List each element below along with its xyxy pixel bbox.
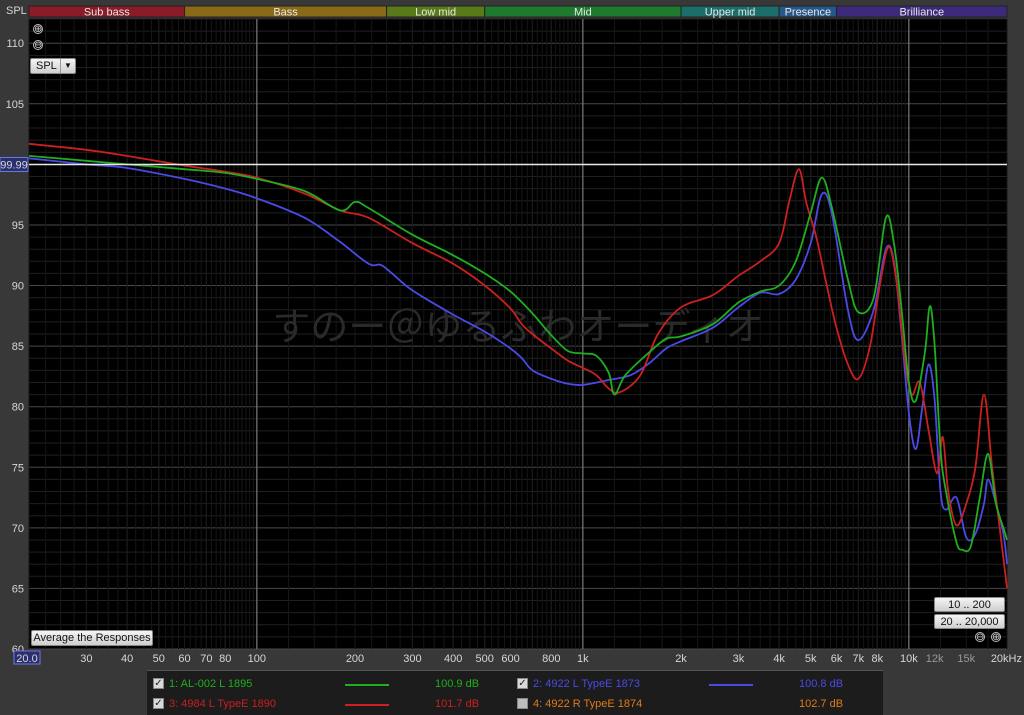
x-tick-label: 40 <box>121 653 133 665</box>
legend-value-1: 100.9 dB <box>435 678 480 690</box>
y-tick-label: 90 <box>12 281 24 293</box>
x-tick-label: 3k <box>733 653 745 665</box>
x-tick-label: 12k <box>926 653 944 665</box>
x-tick-label: 4k <box>773 653 785 665</box>
band-label-3: Mid <box>574 7 592 19</box>
band-label-2: Low mid <box>415 7 456 19</box>
legend-checkbox-3[interactable]: ✓ <box>153 698 164 709</box>
legend-item-4: ✓ 4: 4922 R TypeE 1874 102.7 dB <box>517 695 877 713</box>
y-tick-label: 75 <box>12 462 24 474</box>
legend-item-1: ✓ 1: AL-002 L 1895 100.9 dB <box>153 675 513 693</box>
legend-checkbox-2[interactable]: ✓ <box>517 678 528 689</box>
zoom-out-icon[interactable]: ⊖ <box>33 40 43 51</box>
y-tick-label: 70 <box>12 523 24 535</box>
x-tick-label: 7k <box>853 653 865 665</box>
y-tick-label: 110 <box>6 38 24 50</box>
legend-checkbox-4[interactable]: ✓ <box>517 698 528 709</box>
y-tick-label: 80 <box>12 402 24 414</box>
y-tick-label: 85 <box>12 341 24 353</box>
x-tick-label: 60 <box>178 653 190 665</box>
x-tick-label: 10k <box>900 653 918 665</box>
x-tick-label: 600 <box>501 653 519 665</box>
x-tick-label: 70 <box>200 653 212 665</box>
y-tick-label: 95 <box>12 220 24 232</box>
chevron-down-icon[interactable]: ▼ <box>60 59 75 73</box>
y-tick-label: 105 <box>6 99 24 111</box>
x-tick-label: 300 <box>403 653 421 665</box>
x-tick-label: 5k <box>805 653 817 665</box>
average-responses-button[interactable]: Average the Responses <box>31 630 153 646</box>
x-tick-label: 30 <box>80 653 92 665</box>
legend-name-2: 2: 4922 L TypeE 1873 <box>533 678 641 690</box>
frequency-response-chart[interactable]: Sub bass Bass Low mid Mid Upper mid Presence B… <box>0 0 1024 670</box>
x-tick-label: 20.0 <box>16 653 37 665</box>
x-tick-label: 20kHz <box>991 653 1022 665</box>
x-tick-label: 200 <box>346 653 364 665</box>
frequency-response-window: Sub bass Bass Low mid Mid Upper mid Presence B… <box>0 0 1024 715</box>
band-label-0: Sub bass <box>84 7 130 19</box>
x-tick-label: 800 <box>542 653 560 665</box>
band-label-4: Upper mid <box>705 7 756 19</box>
range-10-200-button[interactable]: 10 .. 200 <box>934 597 1005 612</box>
legend-name-3: 3: 4984 L TypeE 1890 <box>169 698 277 710</box>
x-tick-label: 80 <box>219 653 231 665</box>
y-axis-label: SPL <box>6 5 27 17</box>
x-tick-label: 500 <box>476 653 494 665</box>
x-tick-label: 50 <box>153 653 165 665</box>
cursor-level-label: 99.99 <box>0 160 28 172</box>
spl-select[interactable]: SPL ▼ <box>30 58 76 74</box>
x-tick-label: 15k <box>957 653 975 665</box>
legend-value-3: 101.7 dB <box>435 698 480 710</box>
legend-value-4: 102.7 dB <box>799 698 844 710</box>
legend-swatch-2 <box>709 684 753 686</box>
x-tick-label: 8k <box>871 653 883 665</box>
y-tick-label: 65 <box>12 583 24 595</box>
legend-panel: ✓ 1: AL-002 L 1895 100.9 dB ✓ 2: 4922 L Type… <box>147 670 883 715</box>
legend-swatch-3 <box>345 704 389 706</box>
range-20-20000-button[interactable]: 20 .. 20,000 <box>934 614 1005 629</box>
zoom-in-icon[interactable]: ⊕ <box>33 24 43 35</box>
zoom-in-icon[interactable]: ⊕ <box>991 632 1001 643</box>
legend-item-3: ✓ 3: 4984 L TypeE 1890 101.7 dB <box>153 695 513 713</box>
band-label-1: Bass <box>273 7 298 19</box>
watermark: すのー＠ゆるふわオーディオ <box>272 307 763 349</box>
band-label-6: Brilliance <box>899 7 944 19</box>
legend-checkbox-1[interactable]: ✓ <box>153 678 164 689</box>
x-tick-label: 6k <box>831 653 843 665</box>
x-tick-label: 100 <box>248 653 266 665</box>
legend-swatch-1 <box>345 684 389 686</box>
legend-name-4: 4: 4922 R TypeE 1874 <box>533 698 643 710</box>
legend-value-2: 100.8 dB <box>799 678 844 690</box>
x-tick-label: 1k <box>577 653 589 665</box>
x-tick-label: 400 <box>444 653 462 665</box>
frequency-bands-bar: Sub bass Bass Low mid Mid Upper mid Presence B… <box>28 5 1008 19</box>
band-label-5: Presence <box>785 7 831 19</box>
spl-select-value: SPL <box>36 60 57 72</box>
legend-item-2: ✓ 2: 4922 L TypeE 1873 100.8 dB <box>517 675 877 693</box>
zoom-out-icon[interactable]: ⊖ <box>975 632 985 643</box>
legend-name-1: 1: AL-002 L 1895 <box>169 678 253 690</box>
x-tick-label: 2k <box>675 653 687 665</box>
